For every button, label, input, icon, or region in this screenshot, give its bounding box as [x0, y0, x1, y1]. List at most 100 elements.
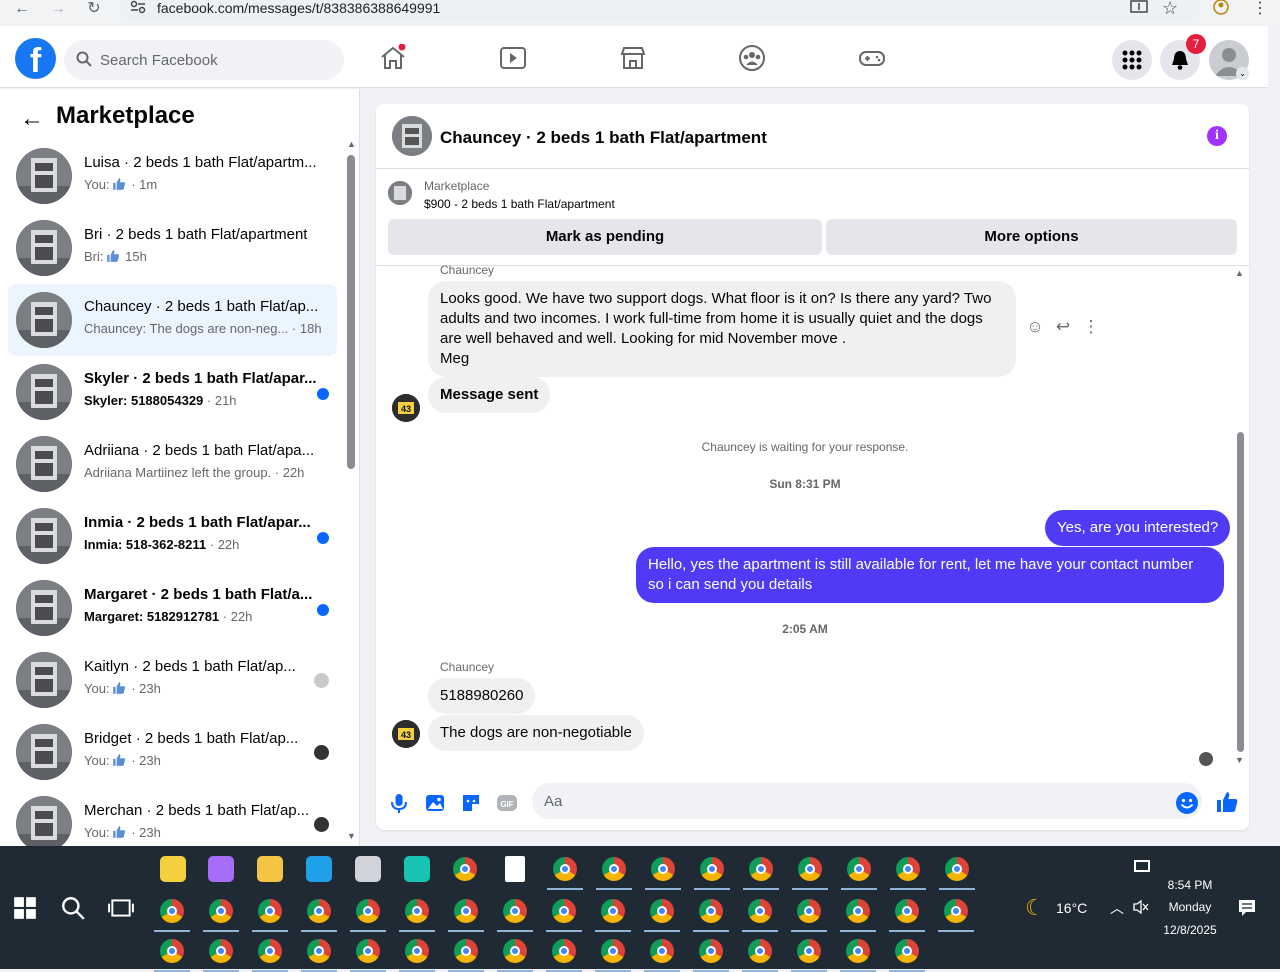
chat-scrollbar[interactable] [1237, 432, 1244, 752]
chrome-icon[interactable] [895, 899, 919, 923]
chrome-icon[interactable] [405, 899, 429, 923]
search-icon[interactable] [60, 895, 86, 921]
chat-title[interactable]: Chauncey · 2 beds 1 bath Flat/apartment [440, 128, 767, 148]
chrome-icon[interactable] [601, 899, 625, 923]
outgoing-message-bubble[interactable]: Yes, are you interested? [1045, 510, 1231, 546]
chrome-icon[interactable] [503, 899, 527, 923]
back-icon[interactable]: ← [10, 0, 34, 20]
chrome-icon[interactable] [453, 857, 477, 881]
listing-thumbnail[interactable] [388, 181, 412, 205]
scroll-down-icon[interactable]: ▼ [1235, 755, 1244, 765]
sticky-notes-icon[interactable] [160, 856, 186, 882]
chrome-icon[interactable] [258, 939, 282, 963]
chrome-icon[interactable] [454, 939, 478, 963]
gif-icon[interactable]: GIF [496, 792, 518, 814]
chrome-icon[interactable] [553, 857, 577, 881]
groups-icon[interactable] [738, 44, 766, 72]
outgoing-message-bubble[interactable]: Hello, yes the apartment is still availa… [636, 547, 1224, 603]
menu-button[interactable] [1112, 40, 1152, 80]
copilot-icon[interactable] [208, 856, 234, 882]
thumbs-up-icon[interactable] [1215, 790, 1239, 814]
contact-avatar[interactable]: 43 [392, 720, 420, 748]
chrome-icon[interactable] [944, 899, 968, 923]
chrome-icon[interactable] [945, 857, 969, 881]
listing-photo[interactable] [392, 116, 432, 156]
chrome-icon[interactable] [602, 857, 626, 881]
conversation-item[interactable]: Chauncey · 2 beds 1 bath Flat/ap... Chaun… [8, 284, 337, 356]
chrome-icon[interactable] [699, 899, 723, 923]
message-bubble[interactable]: The dogs are non-negotiable [428, 715, 644, 751]
chrome-icon[interactable] [748, 939, 772, 963]
message-bubble[interactable]: Looks good. We have two support dogs. Wh… [428, 281, 1016, 377]
conversation-item[interactable]: Bridget · 2 beds 1 bath Flat/ap... You: ·… [8, 716, 337, 788]
sidebar-scrollbar[interactable] [347, 155, 355, 469]
windows-start-icon[interactable] [12, 895, 38, 921]
emoji-icon[interactable] [1176, 792, 1198, 814]
chrome-icon[interactable] [307, 939, 331, 963]
contact-avatar[interactable]: 43 [392, 394, 420, 422]
task-view-icon[interactable] [108, 895, 134, 921]
volume-muted-icon[interactable] [1133, 900, 1149, 914]
forward-icon[interactable]: → [46, 0, 70, 20]
microphone-icon[interactable] [388, 792, 410, 814]
tray-chevron-icon[interactable]: ︿ [1110, 898, 1124, 918]
chrome-icon[interactable] [895, 939, 919, 963]
clock-time[interactable]: 8:54 PM [1150, 878, 1230, 892]
scroll-up-icon[interactable]: ▲ [1235, 268, 1244, 278]
snipping-tool-icon[interactable] [355, 856, 381, 882]
clock-date[interactable]: 12/8/2025 [1150, 923, 1230, 937]
conversation-item[interactable]: Skyler · 2 beds 1 bath Flat/apar... Skyle… [8, 356, 337, 428]
url-text[interactable]: facebook.com/messages/t/838386388649991 [157, 0, 440, 17]
edge-icon[interactable] [306, 856, 332, 882]
display-icon[interactable] [1134, 860, 1150, 872]
chrome-icon[interactable] [749, 857, 773, 881]
home-icon[interactable] [379, 44, 407, 72]
react-emoji-icon[interactable]: ☺ [1025, 317, 1045, 337]
chrome-icon[interactable] [650, 939, 674, 963]
search-box[interactable] [64, 40, 344, 80]
chrome-icon[interactable] [454, 899, 478, 923]
document-icon[interactable] [505, 856, 525, 882]
file-explorer-icon[interactable] [257, 856, 283, 882]
chrome-icon[interactable] [846, 939, 870, 963]
chrome-icon[interactable] [797, 939, 821, 963]
moon-weather-icon[interactable]: ☾ [1025, 895, 1045, 921]
scroll-down-icon[interactable]: ▼ [347, 831, 356, 841]
chrome-icon[interactable] [699, 939, 723, 963]
browser-menu-icon[interactable]: ⋮ [1252, 0, 1268, 18]
video-icon[interactable] [499, 44, 527, 72]
photo-icon[interactable] [424, 792, 446, 814]
chrome-icon[interactable] [797, 899, 821, 923]
chrome-icon[interactable] [356, 939, 380, 963]
facebook-logo[interactable]: f [15, 38, 56, 79]
clock-day[interactable]: Monday [1150, 900, 1230, 914]
chrome-icon[interactable] [160, 939, 184, 963]
back-arrow-icon[interactable]: ← [20, 105, 44, 133]
conversation-item[interactable]: Luisa · 2 beds 1 bath Flat/apartm... You:… [8, 140, 337, 212]
chrome-icon[interactable] [356, 899, 380, 923]
search-input[interactable] [100, 40, 330, 80]
bookmark-star-icon[interactable]: ☆ [1162, 0, 1178, 19]
chrome-icon[interactable] [405, 939, 429, 963]
message-bubble[interactable]: 5188980260 [428, 678, 536, 714]
conversation-item[interactable]: Bri · 2 beds 1 bath Flat/apartment Bri: 1… [8, 212, 337, 284]
chrome-icon[interactable] [846, 899, 870, 923]
chrome-icon[interactable] [748, 899, 772, 923]
app-icon[interactable] [404, 856, 430, 882]
chrome-icon[interactable] [700, 857, 724, 881]
chrome-icon[interactable] [258, 899, 282, 923]
profile-icon[interactable] [1212, 0, 1230, 16]
scroll-up-icon[interactable]: ▲ [347, 139, 356, 149]
marketplace-icon[interactable] [619, 44, 647, 72]
chrome-icon[interactable] [209, 939, 233, 963]
chrome-icon[interactable] [847, 857, 871, 881]
listing-price[interactable]: $900 - 2 beds 1 bath Flat/apartment [424, 197, 615, 211]
chrome-icon[interactable] [552, 939, 576, 963]
chevron-down-icon[interactable]: ⌄ [1236, 67, 1249, 80]
chrome-icon[interactable] [601, 939, 625, 963]
conversation-item[interactable]: Merchan · 2 beds 1 bath Flat/ap... You: ·… [8, 788, 337, 846]
chrome-icon[interactable] [503, 939, 527, 963]
message-input[interactable] [544, 783, 1144, 819]
mark-as-pending-button[interactable]: Mark as pending [388, 219, 822, 255]
conversation-item[interactable]: Kaitlyn · 2 beds 1 bath Flat/ap... You: ·… [8, 644, 337, 716]
